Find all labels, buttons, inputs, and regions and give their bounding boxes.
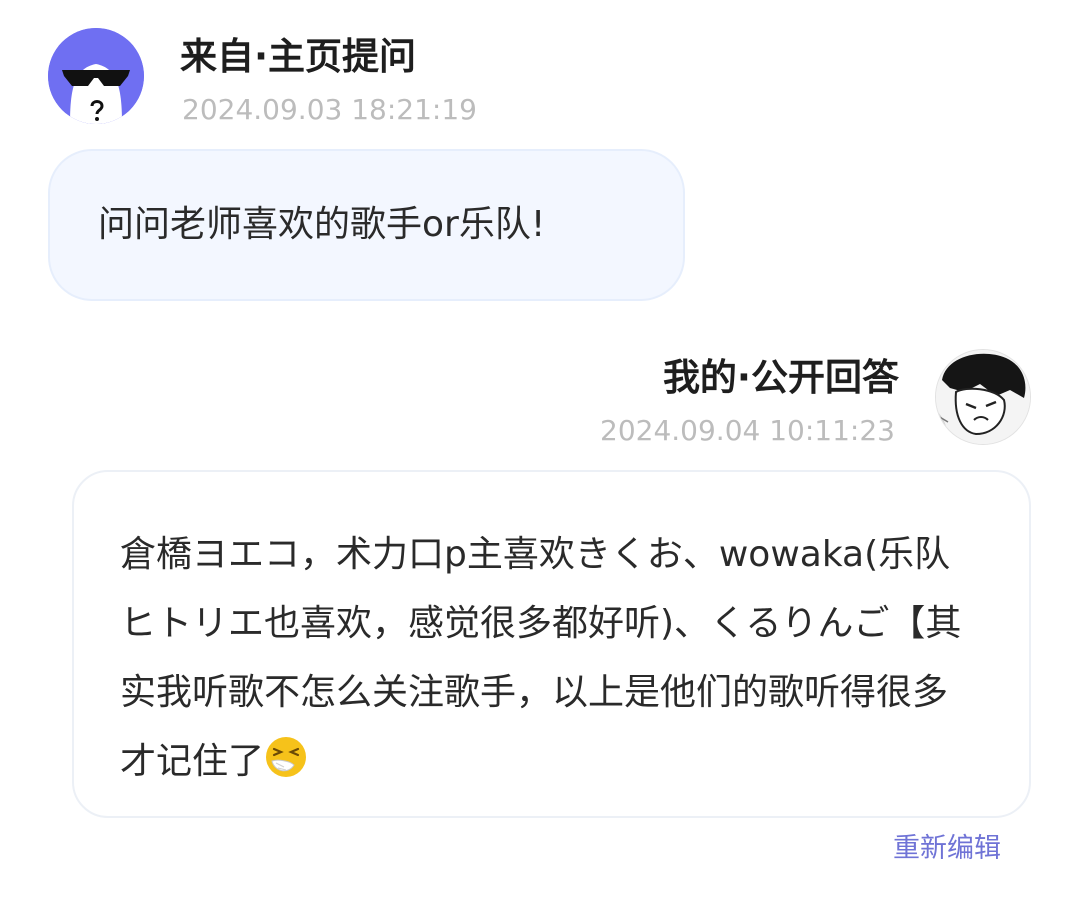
answer-title: 我的·公开回答 <box>662 356 899 399</box>
answer-bubble: 倉橋ヨエコ，术力口p主喜欢きくお、wowaka(乐队ヒトリエ也喜欢，感觉很多都好… <box>72 470 1031 818</box>
manga-boy-avatar-icon <box>936 350 1030 444</box>
question-timestamp: 2024.09.03 18:21:19 <box>182 93 477 126</box>
reedit-link[interactable]: 重新编辑 <box>893 831 1001 867</box>
answer-text-block: 倉橋ヨエコ，术力口p主喜欢きくお、wowaka(乐队ヒトリエ也喜欢，感觉很多都好… <box>120 520 980 796</box>
question-source-title: 来自·主页提问 <box>180 35 417 78</box>
sneezing-face-emoji-icon <box>266 737 307 777</box>
question-text: 问问老师喜欢的歌手or乐队! <box>98 204 546 245</box>
answer-text: 倉橋ヨエコ，术力口p主喜欢きくお、wowaka(乐队ヒトリエ也喜欢，感觉很多都好… <box>120 534 962 782</box>
sunglasses-cartoon-avatar-icon <box>48 28 144 124</box>
my-avatar[interactable] <box>935 349 1031 445</box>
question-bubble: 问问老师喜欢的歌手or乐队! <box>48 149 685 301</box>
asker-avatar[interactable] <box>48 28 144 124</box>
answer-timestamp: 2024.09.04 10:11:23 <box>600 414 895 447</box>
